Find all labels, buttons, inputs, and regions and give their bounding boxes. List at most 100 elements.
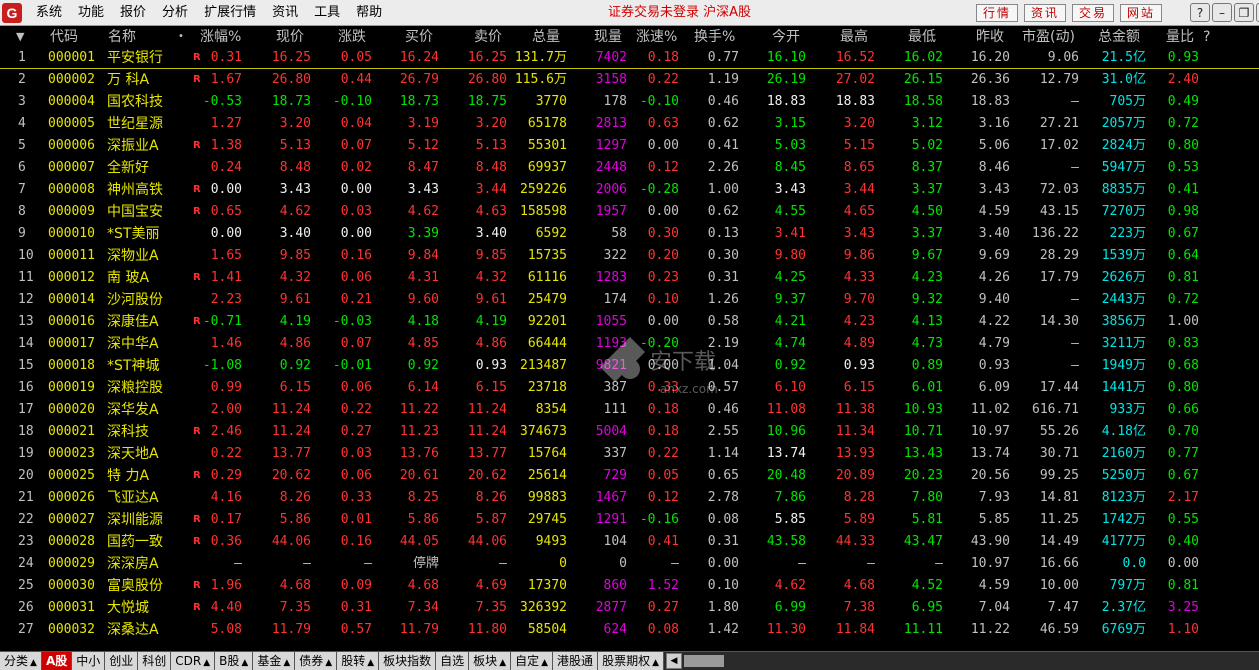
- stock-name[interactable]: 深桑达A: [107, 619, 159, 641]
- table-row[interactable]: 21 000026 飞亚达A 4.16 8.26 0.33 8.25 8.26 99883 146…: [0, 487, 1259, 509]
- quick-button[interactable]: 行情: [976, 4, 1019, 22]
- stock-name[interactable]: 深圳能源: [107, 509, 163, 531]
- column-header[interactable]: 最低: [908, 27, 936, 47]
- stock-name[interactable]: 富奥股份: [107, 575, 163, 597]
- stock-code[interactable]: 000025: [48, 465, 95, 487]
- table-row[interactable]: 1 000001 平安银行 R 0.31 16.25 0.05 16.24 16.25 131.7…: [0, 47, 1259, 69]
- stock-name[interactable]: 国农科技: [107, 91, 163, 113]
- stock-code[interactable]: 000014: [48, 289, 95, 311]
- app-logo-icon[interactable]: G: [2, 2, 22, 23]
- stock-code[interactable]: 000008: [48, 179, 95, 201]
- table-row[interactable]: 2 000002 万 科A R 1.67 26.80 0.44 26.79 26.80 115.6…: [0, 69, 1259, 91]
- stock-name[interactable]: 大悦城: [107, 597, 149, 619]
- stock-name[interactable]: 神州高铁: [107, 179, 163, 201]
- quick-button[interactable]: 资讯: [1024, 4, 1067, 22]
- table-row[interactable]: 25 000030 富奥股份 R 1.96 4.68 0.09 4.68 4.69 17370 86…: [0, 575, 1259, 597]
- category-tab[interactable]: B股 ▲: [215, 652, 254, 670]
- menu-item[interactable]: 资讯: [264, 0, 306, 26]
- stock-code[interactable]: 000028: [48, 531, 95, 553]
- table-row[interactable]: 10 000011 深物业A 1.65 9.85 0.16 9.84 9.85 15735 322…: [0, 245, 1259, 267]
- menu-item[interactable]: 工具: [306, 0, 348, 26]
- column-header[interactable]: 涨跌: [338, 27, 366, 47]
- column-header[interactable]: 市盈(动): [1022, 27, 1075, 47]
- quick-button[interactable]: 交易: [1072, 4, 1115, 22]
- stock-code[interactable]: 000005: [48, 113, 95, 135]
- category-tab[interactable]: 基金 ▲: [253, 652, 296, 670]
- stock-code[interactable]: 000032: [48, 619, 95, 641]
- stock-name[interactable]: *ST美丽: [107, 223, 159, 245]
- stock-code[interactable]: 000030: [48, 575, 95, 597]
- table-row[interactable]: 6 000007 全新好 0.24 8.48 0.02 8.47 8.48 69937 2448 0…: [0, 157, 1259, 179]
- stock-name[interactable]: *ST神城: [107, 355, 159, 377]
- stock-name[interactable]: 万 科A: [107, 69, 149, 91]
- stock-code[interactable]: 000009: [48, 201, 95, 223]
- category-tab[interactable]: 科创: [138, 652, 172, 670]
- stock-code[interactable]: 000027: [48, 509, 95, 531]
- menu-item[interactable]: 帮助: [348, 0, 390, 26]
- stock-name[interactable]: 深科技: [107, 421, 149, 443]
- stock-name[interactable]: 深粮控股: [107, 377, 163, 399]
- menu-item[interactable]: 分析: [154, 0, 196, 26]
- column-header[interactable]: 涨幅%: [200, 27, 241, 47]
- table-row[interactable]: 20 000025 特 力A R 0.29 20.62 0.06 20.61 20.62 2561…: [0, 465, 1259, 487]
- stock-name[interactable]: 世纪星源: [107, 113, 163, 135]
- stock-code[interactable]: 000012: [48, 267, 95, 289]
- column-header[interactable]: 涨速%: [636, 27, 677, 47]
- stock-code[interactable]: 000018: [48, 355, 95, 377]
- column-header[interactable]: 换手%: [694, 27, 735, 47]
- category-tab[interactable]: 板块指数: [379, 652, 437, 670]
- column-header[interactable]: ?: [1203, 27, 1210, 47]
- category-tab[interactable]: 港股通: [553, 652, 599, 670]
- stock-code[interactable]: 000007: [48, 157, 95, 179]
- stock-name[interactable]: 平安银行: [107, 47, 163, 69]
- table-row[interactable]: 23 000028 国药一致 R 0.36 44.06 0.16 44.05 44.06 9493…: [0, 531, 1259, 553]
- category-tab[interactable]: 板块 ▲: [469, 652, 512, 670]
- stock-name[interactable]: 特 力A: [107, 465, 149, 487]
- table-row[interactable]: 4 000005 世纪星源 1.27 3.20 0.04 3.19 3.20 65178 2813…: [0, 113, 1259, 135]
- category-tab[interactable]: 自选: [436, 652, 470, 670]
- stock-name[interactable]: 全新好: [107, 157, 149, 179]
- sort-dropdown-icon[interactable]: ▼: [16, 27, 24, 47]
- stock-code[interactable]: 000031: [48, 597, 95, 619]
- stock-name[interactable]: 深华发A: [107, 399, 159, 421]
- column-header[interactable]: 买价: [405, 27, 433, 47]
- column-header[interactable]: 量比: [1166, 27, 1194, 47]
- column-header[interactable]: 现价: [276, 27, 304, 47]
- column-header[interactable]: 总量: [532, 27, 560, 47]
- stock-name[interactable]: 深振业A: [107, 135, 159, 157]
- category-tab[interactable]: 自定 ▲: [511, 652, 554, 670]
- stock-code[interactable]: 000021: [48, 421, 95, 443]
- stock-code[interactable]: 000016: [48, 311, 95, 333]
- stock-code[interactable]: 000004: [48, 91, 95, 113]
- stock-code[interactable]: 000006: [48, 135, 95, 157]
- column-header[interactable]: 名称: [108, 27, 136, 47]
- category-tab[interactable]: 债券 ▲: [295, 652, 338, 670]
- stock-code[interactable]: 000017: [48, 333, 95, 355]
- column-header[interactable]: 今开: [772, 27, 800, 47]
- menu-item[interactable]: 扩展行情: [196, 0, 264, 26]
- stock-code[interactable]: 000026: [48, 487, 95, 509]
- menu-item[interactable]: 系统: [28, 0, 70, 26]
- stock-name[interactable]: 南 玻A: [107, 267, 149, 289]
- table-row[interactable]: 11 000012 南 玻A R 1.41 4.32 0.06 4.31 4.32 61116 12…: [0, 267, 1259, 289]
- category-tab[interactable]: 股转 ▲: [337, 652, 380, 670]
- scroll-left-icon[interactable]: ◀: [666, 653, 682, 669]
- stock-code[interactable]: 000029: [48, 553, 95, 575]
- column-header[interactable]: 昨收: [976, 27, 1004, 47]
- category-tab[interactable]: A股: [41, 652, 73, 670]
- table-row[interactable]: 18 000021 深科技 R 2.46 11.24 0.27 11.23 11.24 37467…: [0, 421, 1259, 443]
- horizontal-scrollbar[interactable]: ◀: [664, 652, 1259, 670]
- category-tab[interactable]: 创业: [105, 652, 139, 670]
- column-header[interactable]: 代码: [50, 27, 78, 47]
- table-row[interactable]: 5 000006 深振业A R 1.38 5.13 0.07 5.12 5.13 55301 129…: [0, 135, 1259, 157]
- category-tab[interactable]: 中小: [72, 652, 106, 670]
- stock-name[interactable]: 国药一致: [107, 531, 163, 553]
- quick-button[interactable]: 网站: [1120, 4, 1163, 22]
- menu-item[interactable]: 报价: [112, 0, 154, 26]
- stock-code[interactable]: 000001: [48, 47, 95, 69]
- category-tab[interactable]: 分类 ▲: [0, 652, 42, 670]
- column-header[interactable]: 现量: [594, 27, 622, 47]
- stock-code[interactable]: 000011: [48, 245, 95, 267]
- help-icon[interactable]: ?: [1190, 3, 1210, 22]
- stock-name[interactable]: 深康佳A: [107, 311, 159, 333]
